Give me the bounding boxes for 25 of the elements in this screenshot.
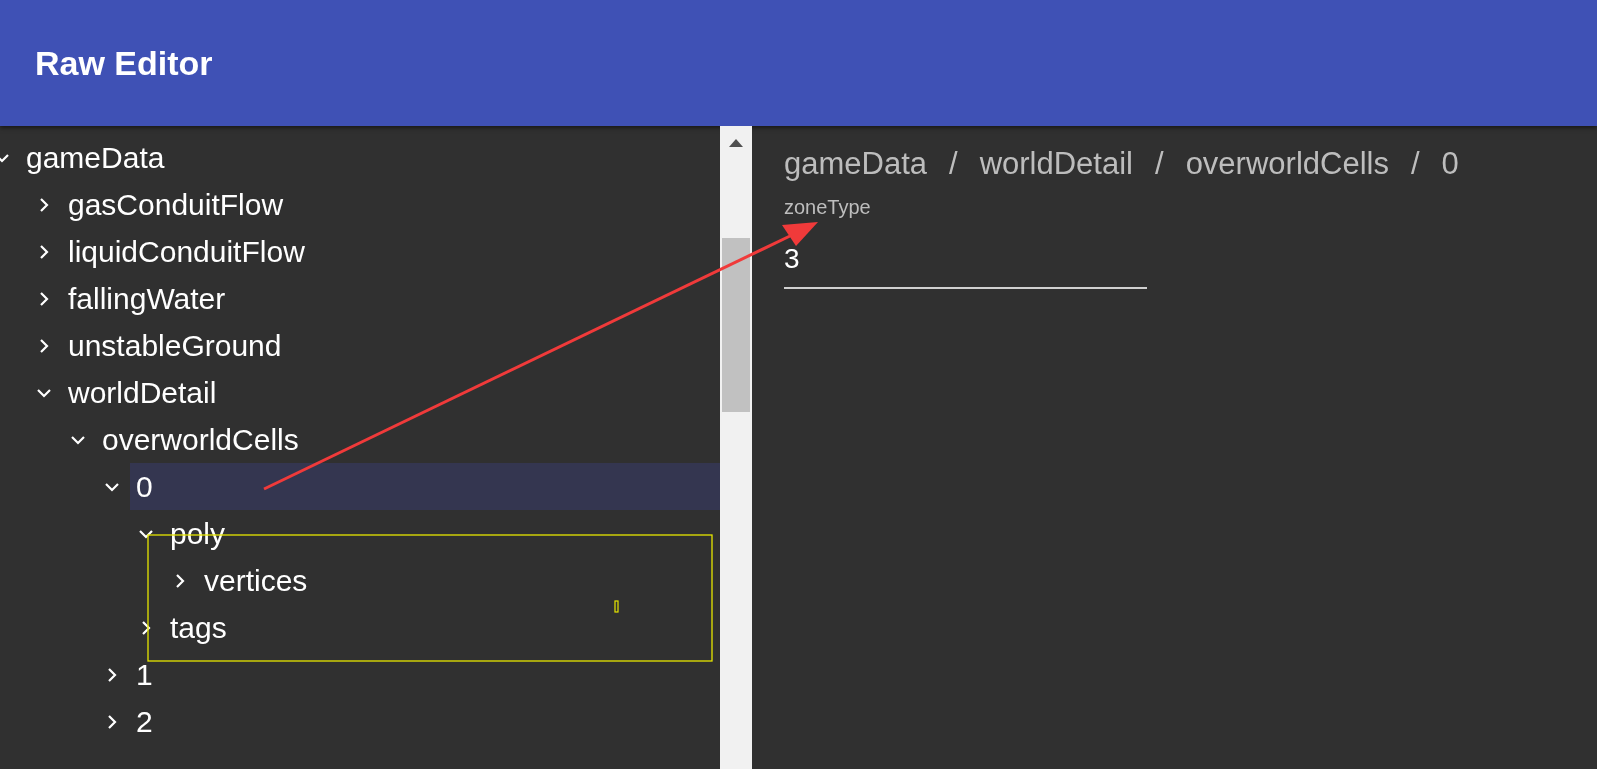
tree-item[interactable]: overworldCells [96, 416, 720, 463]
breadcrumb-item[interactable]: 0 [1441, 146, 1459, 182]
breadcrumb-item[interactable]: overworldCells [1185, 146, 1389, 182]
scroll-thumb[interactable] [722, 238, 750, 412]
tree-item[interactable]: liquidConduitFlow [62, 228, 720, 275]
tree-item[interactable]: gameData [20, 134, 720, 181]
breadcrumb-item[interactable]: worldDetail [979, 146, 1133, 182]
tree-item[interactable]: 0 [130, 463, 720, 510]
tree-item[interactable]: 1 [130, 651, 720, 698]
tree-item[interactable]: worldDetail [62, 369, 720, 416]
breadcrumb-separator: / [1410, 146, 1420, 182]
value-field[interactable]: 3 [784, 239, 1147, 289]
scroll-up-icon[interactable] [729, 138, 743, 148]
tree-item[interactable]: vertices [198, 557, 720, 604]
tree-item[interactable]: 2 [130, 698, 720, 745]
breadcrumb-item[interactable]: gameData [784, 146, 928, 182]
breadcrumb-separator: / [1155, 146, 1164, 182]
tree-item[interactable]: gasConduitFlow [62, 181, 720, 228]
app-title: Raw Editor [35, 43, 213, 83]
cursor-mark [614, 600, 619, 613]
tree-item[interactable]: tags [164, 604, 720, 651]
breadcrumb-separator: / [949, 146, 958, 182]
tree-item[interactable]: unstableGround [62, 322, 720, 369]
tree-item[interactable]: fallingWater [62, 275, 720, 322]
field-label: zoneType [784, 196, 872, 219]
